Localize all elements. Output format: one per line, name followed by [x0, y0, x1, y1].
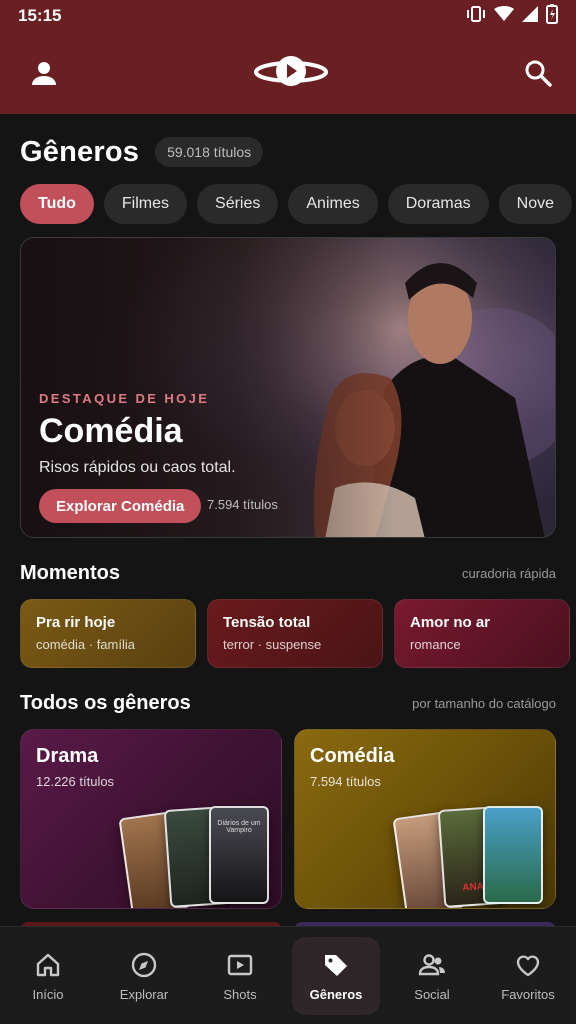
bottom-navigation: Início Explorar Shots Gêneros Social Fav… [0, 926, 576, 1024]
nav-generos[interactable]: Gêneros [292, 937, 380, 1015]
genre-card-drama[interactable]: Drama 12.226 títulos Diários de um Vampi… [20, 729, 282, 909]
genre-title: Comédia [310, 745, 395, 767]
tag-icon [325, 954, 347, 976]
nav-social[interactable]: Social [388, 937, 476, 1015]
explore-genre-button[interactable]: Explorar Comédia [39, 489, 202, 523]
nav-label: Gêneros [309, 986, 363, 1002]
hero-title: Comédia [39, 412, 183, 450]
poster-thumbnail [483, 806, 543, 904]
moment-subtitle: romance [410, 637, 461, 652]
moments-title: Momentos [20, 561, 120, 584]
page-header: Gêneros 59.018 títulos [20, 134, 556, 170]
chip-doramas[interactable]: Doramas [387, 184, 489, 224]
hero-title-count: 7.594 títulos [207, 497, 278, 512]
status-bar: 15:15 [0, 0, 576, 32]
chip-novelas[interactable]: Nove [498, 184, 572, 224]
nav-inicio[interactable]: Início [4, 937, 92, 1015]
signal-icon [522, 5, 538, 27]
total-count-badge: 59.018 títulos [155, 137, 264, 167]
chip-animes[interactable]: Animes [288, 184, 378, 224]
poster-thumbnail: Diários de um Vampiro [209, 806, 269, 904]
moment-card[interactable]: Pra rir hoje comédia · família [20, 599, 196, 668]
search-button[interactable] [520, 55, 556, 91]
page-title: Gêneros [20, 135, 140, 168]
profile-button[interactable] [26, 55, 62, 91]
nav-shots[interactable]: Shots [196, 937, 284, 1015]
status-icons [466, 3, 558, 29]
nav-explorar[interactable]: Explorar [100, 937, 188, 1015]
genre-title: Drama [36, 745, 99, 767]
nav-label: Favoritos [501, 986, 555, 1002]
hero-subtitle: Risos rápidos ou caos total. [39, 459, 236, 476]
toolbar [0, 44, 576, 102]
people-icon [418, 953, 445, 975]
moments-header: Momentos curadoria rápida [20, 560, 556, 586]
vibrate-icon [466, 5, 486, 28]
all-genres-title: Todos os gêneros [20, 691, 191, 714]
moment-card[interactable]: Amor no ar romance [394, 599, 570, 668]
genre-card-comedia[interactable]: Comédia 7.594 títulos ANA [294, 729, 556, 909]
battery-icon [546, 3, 558, 29]
wifi-icon [494, 5, 514, 27]
app-logo [254, 51, 328, 96]
moment-title: Tensão total [223, 614, 311, 631]
hero-kicker: DESTAQUE DE HOJE [39, 391, 210, 406]
moment-card[interactable]: Tensão total terror · suspense [207, 599, 383, 668]
moment-subtitle: terror · suspense [223, 637, 322, 652]
moments-note: curadoria rápida [462, 565, 556, 581]
chip-series[interactable]: Séries [197, 184, 279, 224]
moments-list: Pra rir hoje comédia · família Tensão to… [20, 599, 576, 668]
person-icon [32, 62, 56, 85]
moment-title: Amor no ar [410, 614, 491, 631]
all-genres-note: por tamanho do catálogo [412, 695, 556, 711]
filter-chips: Tudo Filmes Séries Animes Doramas Nove [20, 184, 576, 224]
nav-label: Explorar [119, 986, 169, 1002]
nav-label: Shots [223, 986, 257, 1002]
app-bar: 15:15 [0, 0, 576, 114]
nav-favoritos[interactable]: Favoritos [484, 937, 572, 1015]
poster-label: Diários de um Vampiro [217, 820, 261, 834]
chip-filmes[interactable]: Filmes [103, 184, 188, 224]
moment-title: Pra rir hoje [36, 614, 116, 631]
chip-tudo[interactable]: Tudo [20, 184, 94, 224]
moment-subtitle: comédia · família [36, 637, 135, 652]
nav-label: Social [414, 986, 450, 1002]
compass-icon [131, 952, 157, 977]
all-genres-header: Todos os gêneros por tamanho do catálogo [20, 690, 556, 716]
heart-icon [516, 954, 540, 976]
featured-genre-banner[interactable]: DESTAQUE DE HOJE Comédia Risos rápidos o… [20, 237, 556, 538]
nav-label: Início [32, 986, 64, 1002]
status-time: 15:15 [18, 6, 62, 25]
genre-count: 7.594 títulos [310, 774, 381, 789]
search-icon [525, 60, 552, 87]
genre-count: 12.226 títulos [36, 774, 115, 789]
play-square-icon [227, 954, 253, 975]
home-icon [36, 953, 60, 976]
